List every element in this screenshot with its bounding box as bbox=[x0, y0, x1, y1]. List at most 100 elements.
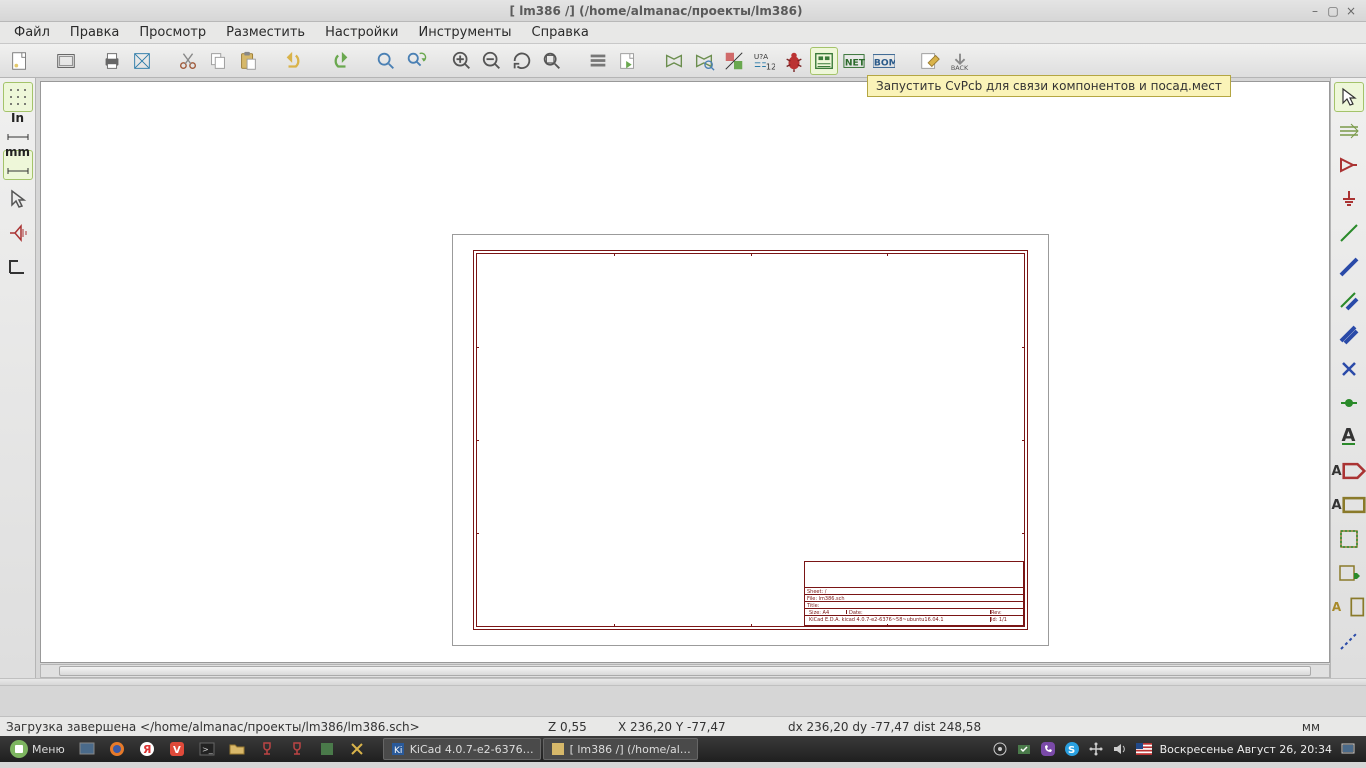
taskbar-wine2[interactable] bbox=[283, 738, 311, 760]
bug-erc-button[interactable] bbox=[780, 47, 808, 75]
bus-direction-button[interactable] bbox=[3, 252, 33, 282]
zoom-fit-button[interactable] bbox=[538, 47, 566, 75]
work-area: In mm bbox=[0, 78, 1366, 678]
zoom-in-button[interactable] bbox=[448, 47, 476, 75]
import-footprint-button[interactable]: BACK bbox=[946, 47, 974, 75]
menu-tools[interactable]: Инструменты bbox=[408, 23, 521, 42]
hlabel-A: A bbox=[1331, 498, 1341, 513]
undo-button[interactable] bbox=[280, 47, 308, 75]
place-lines-button[interactable] bbox=[1334, 626, 1364, 656]
schematic-canvas[interactable]: Sheet: / File: lm386.sch Title: Size: A4… bbox=[40, 81, 1330, 663]
taskbar-vivaldi[interactable]: V bbox=[163, 738, 191, 760]
taskbar-eeschema-label: [ lm386 /] (/home/al… bbox=[570, 743, 691, 756]
taskbar-yandex[interactable]: Я bbox=[133, 738, 161, 760]
taskbar-show-desktop[interactable] bbox=[73, 738, 101, 760]
taskbar-firefox[interactable] bbox=[103, 738, 131, 760]
zoom-out-button[interactable] bbox=[478, 47, 506, 75]
taskbar-app-kicad[interactable]: KiKiCad 4.0.7-e2-6376… bbox=[383, 738, 541, 760]
menu-edit[interactable]: Правка bbox=[60, 23, 129, 42]
place-netlabel-button[interactable]: A bbox=[1334, 422, 1364, 452]
tb-kicad: KiCad E.D.A. kicad 4.0.7-e2-6376~58~ubun… bbox=[807, 617, 991, 622]
place-sheet-pin-button[interactable]: A bbox=[1334, 592, 1364, 622]
place-component-button[interactable] bbox=[1334, 150, 1364, 180]
taskbar-terminal[interactable]: >_ bbox=[193, 738, 221, 760]
window-maximize-button[interactable]: ▢ bbox=[1324, 4, 1342, 18]
place-junction-button[interactable] bbox=[1334, 388, 1364, 418]
taskbar-clock[interactable]: Воскресенье Август 26, 20:34 bbox=[1160, 743, 1332, 756]
plot-button[interactable] bbox=[128, 47, 156, 75]
tray-skype-icon[interactable]: S bbox=[1064, 741, 1080, 757]
hierarchy-nav-button[interactable] bbox=[584, 47, 612, 75]
menu-file[interactable]: Файл bbox=[4, 23, 60, 42]
run-pcbnew-button[interactable] bbox=[916, 47, 944, 75]
mint-logo-icon bbox=[10, 740, 28, 758]
page-settings-button[interactable] bbox=[52, 47, 80, 75]
place-globallabel-button[interactable]: A bbox=[1334, 456, 1364, 486]
library-browser-button[interactable] bbox=[690, 47, 718, 75]
taskbar-xapp[interactable] bbox=[343, 738, 371, 760]
tray-network-icon[interactable] bbox=[1088, 741, 1104, 757]
taskbar-wine[interactable] bbox=[253, 738, 281, 760]
menu-help[interactable]: Справка bbox=[522, 23, 599, 42]
splitter-bar[interactable] bbox=[0, 678, 1366, 686]
place-power-button[interactable] bbox=[1334, 184, 1364, 214]
menu-prefs[interactable]: Настройки bbox=[315, 23, 408, 42]
taskbar-menu-button[interactable]: Меню bbox=[4, 738, 71, 760]
new-schematic-button[interactable] bbox=[6, 47, 34, 75]
scrollbar-thumb[interactable] bbox=[59, 666, 1311, 676]
netlabel-A: A bbox=[1342, 429, 1356, 445]
window-minimize-button[interactable]: – bbox=[1306, 4, 1324, 18]
paste-button[interactable] bbox=[234, 47, 262, 75]
svg-text:BACK: BACK bbox=[951, 64, 969, 72]
select-tool-button[interactable] bbox=[1334, 82, 1364, 112]
library-editor-button[interactable] bbox=[660, 47, 688, 75]
annotate-button[interactable] bbox=[720, 47, 748, 75]
cut-button[interactable] bbox=[174, 47, 202, 75]
units-inch-button[interactable]: In bbox=[3, 116, 33, 146]
zoom-redraw-button[interactable] bbox=[508, 47, 536, 75]
copy-button[interactable] bbox=[204, 47, 232, 75]
grid-toggle-button[interactable] bbox=[3, 82, 33, 112]
tray-keyboard-icon[interactable] bbox=[992, 741, 1008, 757]
taskbar-app-generic[interactable] bbox=[313, 738, 341, 760]
system-tray: S Воскресенье Август 26, 20:34 bbox=[992, 741, 1362, 757]
tray-update-icon[interactable] bbox=[1016, 741, 1032, 757]
menu-place[interactable]: Разместить bbox=[216, 23, 315, 42]
tray-volume-icon[interactable] bbox=[1112, 741, 1128, 757]
os-taskbar: Меню Я V >_ KiKiCad 4.0.7-e2-6376… [ lm3… bbox=[0, 736, 1366, 762]
bom-button[interactable]: BOM bbox=[870, 47, 898, 75]
place-wire2bus-button[interactable] bbox=[1334, 286, 1364, 316]
frame-tick bbox=[751, 253, 752, 256]
empty-panel bbox=[0, 686, 1366, 716]
taskbar-app-eeschema[interactable]: [ lm386 /] (/home/al… bbox=[543, 738, 698, 760]
cursor-shape-button[interactable] bbox=[3, 184, 33, 214]
place-noconnect-button[interactable] bbox=[1334, 354, 1364, 384]
erc-button[interactable]: U?A123 bbox=[750, 47, 778, 75]
place-hierlabel-button[interactable]: A bbox=[1334, 490, 1364, 520]
window-close-button[interactable]: × bbox=[1342, 4, 1360, 18]
place-bus-button[interactable] bbox=[1334, 252, 1364, 282]
tb-date: Date: bbox=[847, 610, 991, 614]
horizontal-scrollbar[interactable] bbox=[40, 664, 1330, 678]
units-mm-button[interactable]: mm bbox=[3, 150, 33, 180]
run-cvpcb-button[interactable] bbox=[810, 47, 838, 75]
highlight-net-button[interactable] bbox=[1334, 116, 1364, 146]
netlist-button[interactable]: NET bbox=[840, 47, 868, 75]
tray-layout-us-icon[interactable] bbox=[1136, 741, 1152, 757]
find-replace-button[interactable] bbox=[402, 47, 430, 75]
hidden-pins-button[interactable] bbox=[3, 218, 33, 248]
place-sheet-button[interactable] bbox=[1334, 524, 1364, 554]
redo-button[interactable] bbox=[326, 47, 354, 75]
find-button[interactable] bbox=[372, 47, 400, 75]
import-sheet-pin-button[interactable] bbox=[1334, 558, 1364, 588]
leave-sheet-button[interactable] bbox=[614, 47, 642, 75]
menu-view[interactable]: Просмотр bbox=[129, 23, 216, 42]
tray-viber-icon[interactable] bbox=[1040, 741, 1056, 757]
tray-desktop-peek-icon[interactable] bbox=[1340, 741, 1356, 757]
place-wire-button[interactable] bbox=[1334, 218, 1364, 248]
place-bus2bus-button[interactable] bbox=[1334, 320, 1364, 350]
taskbar-files[interactable] bbox=[223, 738, 251, 760]
print-button[interactable] bbox=[98, 47, 126, 75]
status-dxy: dx 236,20 dy -77,47 dist 248,58 bbox=[776, 720, 993, 734]
svg-text:BOM: BOM bbox=[874, 57, 895, 68]
